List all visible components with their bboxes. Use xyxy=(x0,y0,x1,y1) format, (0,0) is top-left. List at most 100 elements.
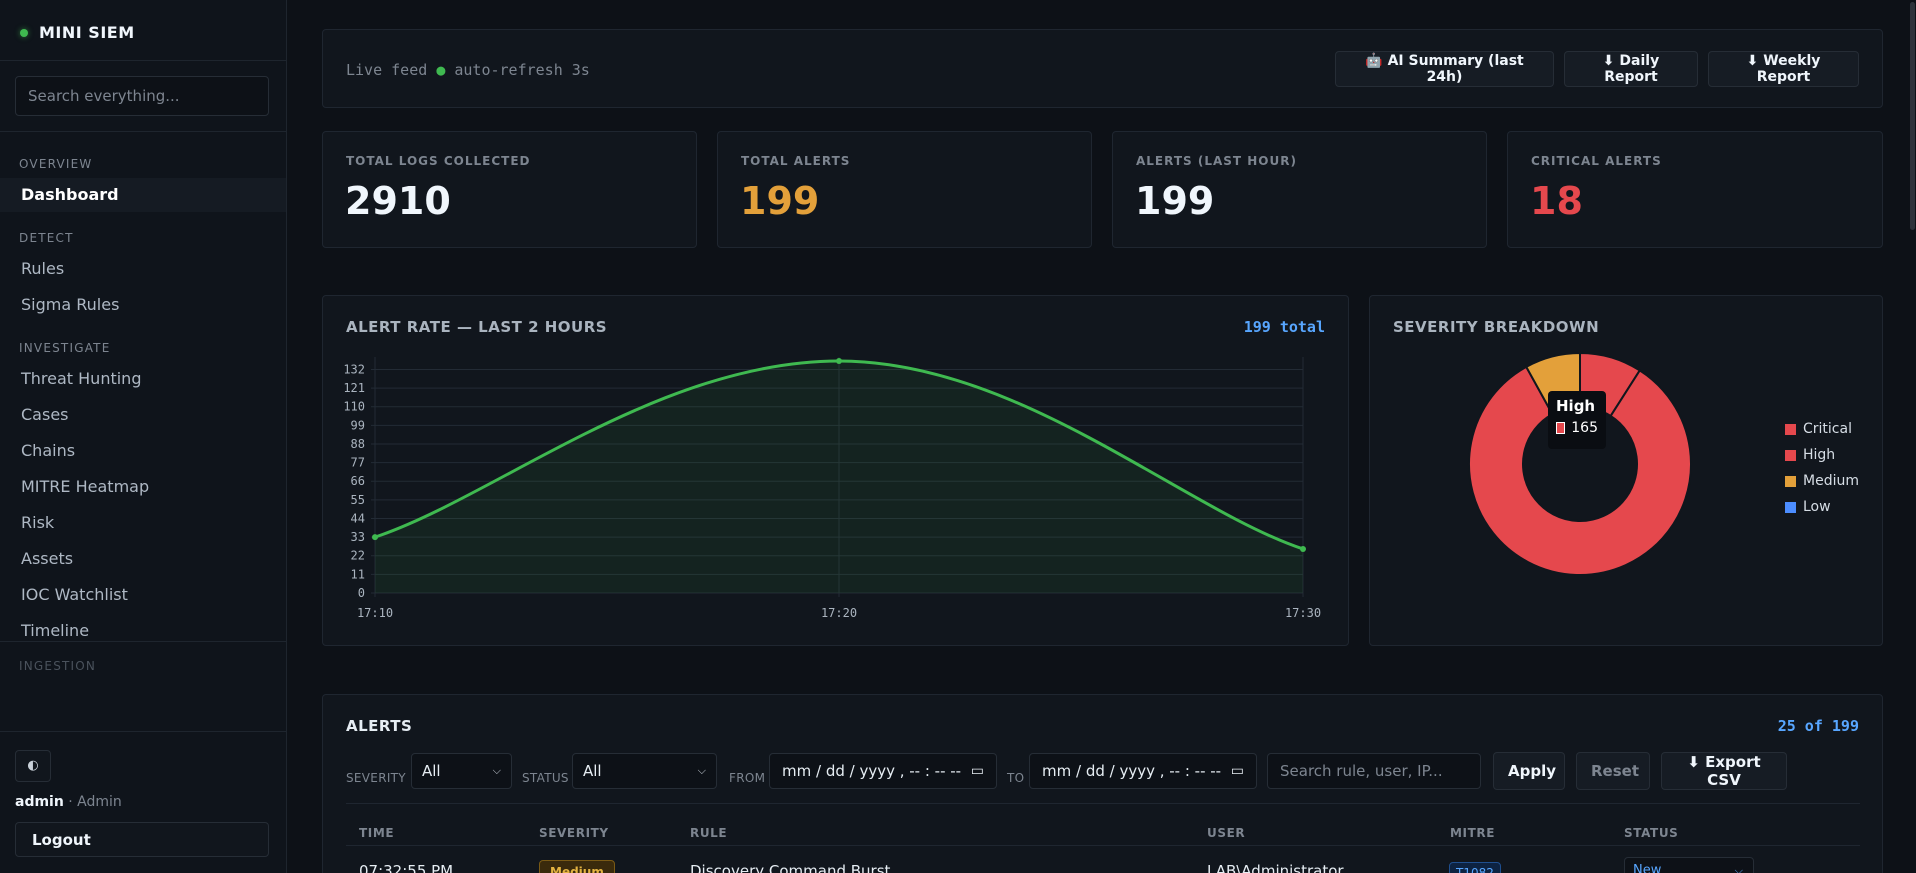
legend-swatch xyxy=(1785,475,1796,487)
alert-user: LAB\Administrator xyxy=(1207,862,1344,873)
alerts-title: ALERTS xyxy=(346,717,413,735)
brand-name: MINI SIEM xyxy=(39,23,135,42)
sidebar-item-timeline[interactable]: Timeline xyxy=(0,614,286,641)
sidebar-item-risk[interactable]: Risk xyxy=(0,506,286,540)
x-tick-label: 17:10 xyxy=(357,606,393,620)
global-search-input[interactable] xyxy=(15,76,269,116)
severity-legend: Critical High Medium Low xyxy=(1785,416,1859,520)
legend-item-low[interactable]: Low xyxy=(1785,494,1859,520)
legend-label: Low xyxy=(1803,499,1831,515)
from-date-label: FROM xyxy=(729,771,766,785)
to-date-input[interactable]: mm / dd / yyyy , -- : -- -- ▭ xyxy=(1029,753,1257,789)
status-filter-label: STATUS xyxy=(522,771,569,785)
to-date-label: TO xyxy=(1007,771,1025,785)
live-feed-label: Live feed xyxy=(346,61,428,79)
sidebar-nav: OVERVIEW Dashboard DETECT Rules Sigma Ru… xyxy=(0,132,286,642)
legend-swatch xyxy=(1785,449,1796,461)
alert-rate-chart: 0 11 22 33 44 55 66 77 88 99 110 121 132 17:10 17:20 17… xyxy=(343,357,1321,620)
sidebar-item-sigma-rules[interactable]: Sigma Rules xyxy=(0,288,286,322)
y-tick-label: 66 xyxy=(351,474,365,488)
refresh-interval: auto-refresh 3s xyxy=(454,61,590,79)
weekly-report-button[interactable]: ⬇ Weekly Report xyxy=(1708,51,1859,87)
x-tick-label: 17:30 xyxy=(1285,606,1321,620)
from-date-input[interactable]: mm / dd / yyyy , -- : -- -- ▭ xyxy=(769,753,997,789)
alert-rule[interactable]: Discovery Command Burst xyxy=(690,862,890,873)
sidebar-item-assets[interactable]: Assets xyxy=(0,542,286,576)
severity-filter-value: All xyxy=(422,762,441,780)
stat-card-alerts-last-hour: ALERTS (LAST HOUR) 199 xyxy=(1112,131,1487,248)
from-date-placeholder: mm / dd / yyyy , -- : -- -- xyxy=(782,762,962,780)
to-date-placeholder: mm / dd / yyyy , -- : -- -- xyxy=(1042,762,1222,780)
sidebar-item-dashboard[interactable]: Dashboard xyxy=(0,178,286,212)
robot-icon: 🤖 xyxy=(1365,53,1383,69)
chevron-down-icon: ⌵ xyxy=(492,764,501,777)
stat-value: 199 xyxy=(740,179,820,223)
column-header-mitre[interactable]: MITRE xyxy=(1450,826,1495,840)
legend-item-critical[interactable]: Critical xyxy=(1785,416,1859,442)
apply-button[interactable]: Apply xyxy=(1493,752,1565,790)
y-tick-label: 0 xyxy=(358,586,365,600)
user-info: admin · Admin xyxy=(15,794,122,810)
x-tick-label: 17:20 xyxy=(821,606,857,620)
user-role: · Admin xyxy=(63,794,122,810)
divider xyxy=(346,803,1860,804)
y-tick-label: 132 xyxy=(343,362,365,376)
y-tick-label: 121 xyxy=(343,381,365,395)
severity-filter-select[interactable]: All ⌵ xyxy=(411,753,512,789)
column-header-status[interactable]: STATUS xyxy=(1624,826,1678,840)
scrollbar-thumb[interactable] xyxy=(1910,2,1915,230)
divider xyxy=(0,731,286,732)
nav-section-detect: DETECT xyxy=(19,231,74,245)
column-header-user[interactable]: USER xyxy=(1207,826,1245,840)
daily-report-button[interactable]: ⬇ Daily Report xyxy=(1564,51,1698,87)
status-dot-icon xyxy=(20,29,28,37)
logout-button[interactable]: Logout xyxy=(15,822,269,857)
status-filter-select[interactable]: All ⌵ xyxy=(572,753,717,789)
legend-label: Critical xyxy=(1803,421,1852,437)
legend-item-medium[interactable]: Medium xyxy=(1785,468,1859,494)
legend-swatch xyxy=(1785,423,1796,435)
stat-label: TOTAL LOGS COLLECTED xyxy=(346,154,531,168)
y-tick-label: 33 xyxy=(351,530,365,544)
y-tick-label: 11 xyxy=(351,567,365,581)
data-point[interactable] xyxy=(372,534,378,541)
sidebar-item-cases[interactable]: Cases xyxy=(0,398,286,432)
sidebar: MINI SIEM OVERVIEW Dashboard DETECT Rule… xyxy=(0,0,287,873)
stat-card-critical-alerts: CRITICAL ALERTS 18 xyxy=(1507,131,1883,248)
y-tick-label: 99 xyxy=(351,418,365,432)
severity-filter-label: SEVERITY xyxy=(346,771,406,785)
nav-section-ingestion: INGESTION xyxy=(19,659,97,673)
alert-status-select[interactable]: New ⌵ xyxy=(1624,857,1754,873)
severity-badge: Medium xyxy=(539,860,615,873)
username: admin xyxy=(15,794,64,810)
data-point[interactable] xyxy=(1300,545,1306,552)
alerts-count: 25 of 199 xyxy=(1777,717,1859,735)
sidebar-item-ioc-watchlist[interactable]: IOC Watchlist xyxy=(0,578,286,612)
sidebar-item-threat-hunting[interactable]: Threat Hunting xyxy=(0,362,286,396)
mitre-badge[interactable]: T1082 xyxy=(1449,862,1501,873)
column-header-rule[interactable]: RULE xyxy=(690,826,727,840)
sidebar-item-rules[interactable]: Rules xyxy=(0,252,286,286)
legend-label: Medium xyxy=(1803,473,1859,489)
legend-item-high[interactable]: High xyxy=(1785,442,1859,468)
ai-summary-button[interactable]: 🤖 AI Summary (last 24h) xyxy=(1335,51,1554,87)
export-csv-button[interactable]: ⬇ Export CSV xyxy=(1661,752,1787,790)
sidebar-item-chains[interactable]: Chains xyxy=(0,434,286,468)
column-header-time[interactable]: TIME xyxy=(359,826,394,840)
stat-value: 2910 xyxy=(345,179,451,223)
search-area xyxy=(0,61,286,132)
theme-toggle-button[interactable]: ◐ xyxy=(15,750,51,782)
data-point[interactable] xyxy=(836,358,842,364)
alert-status-value: New xyxy=(1633,863,1662,873)
chevron-down-icon: ⌵ xyxy=(697,764,706,777)
y-tick-label: 88 xyxy=(351,437,365,451)
sidebar-item-mitre-heatmap[interactable]: MITRE Heatmap xyxy=(0,470,286,504)
alerts-search-input[interactable] xyxy=(1267,753,1481,789)
calendar-icon: ▭ xyxy=(970,763,984,779)
reset-button[interactable]: Reset xyxy=(1576,752,1650,790)
alert-time: 07:32:55 PM xyxy=(359,862,454,873)
tooltip-title: High xyxy=(1556,397,1596,415)
alerts-card: ALERTS 25 of 199 SEVERITY All ⌵ STATUS A… xyxy=(322,694,1883,873)
brand: MINI SIEM xyxy=(0,0,286,61)
column-header-severity[interactable]: SEVERITY xyxy=(539,826,609,840)
